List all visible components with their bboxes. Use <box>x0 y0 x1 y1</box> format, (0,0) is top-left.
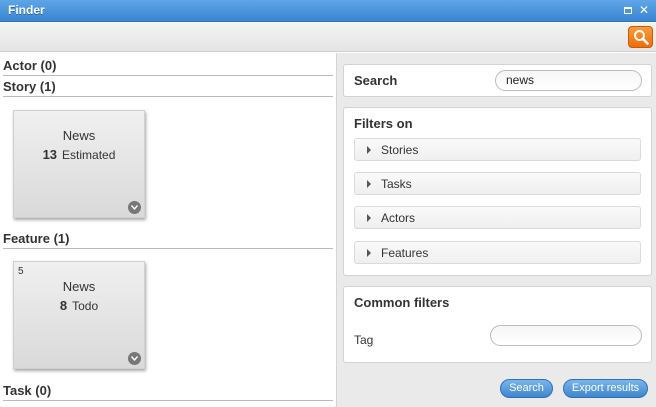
chevron-down-icon <box>131 356 138 361</box>
close-icon: ✕ <box>638 3 650 17</box>
export-results-button[interactable]: Export results <box>563 379 648 398</box>
story-card-status: Estimated <box>62 148 116 162</box>
filter-tasks-label: Tasks <box>381 177 412 191</box>
tag-label: Tag <box>354 333 374 347</box>
search-input[interactable]: news <box>495 70 642 91</box>
maximize-icon <box>624 6 632 14</box>
filters-on-title: Filters on <box>354 116 413 131</box>
search-label: Search <box>354 73 398 88</box>
common-filters-title: Common filters <box>354 295 450 310</box>
window-title: Finder <box>8 3 45 17</box>
close-button[interactable]: ✕ <box>638 3 650 17</box>
search-panel: Search news <box>343 64 652 97</box>
toolbar <box>0 23 656 52</box>
filter-stories[interactable]: Stories <box>354 138 641 161</box>
filter-pane: Search news Filters on Stories Tasks Act… <box>336 53 656 407</box>
feature-card-id: 5 <box>18 266 24 277</box>
filter-tasks[interactable]: Tasks <box>354 172 641 195</box>
caret-right-icon <box>367 249 371 257</box>
story-card-name: News <box>62 128 96 143</box>
filter-features[interactable]: Features <box>354 241 641 264</box>
caret-right-icon <box>367 146 371 154</box>
feature-card[interactable]: 5 News 8 Todo <box>13 261 145 369</box>
filter-actors-label: Actors <box>381 211 416 225</box>
story-section-header[interactable]: Story (1) <box>3 79 333 97</box>
window-titlebar: Finder ✕ <box>0 0 656 22</box>
actor-section-header[interactable]: Actor (0) <box>3 58 333 76</box>
story-card-menu-button[interactable] <box>128 201 141 214</box>
feature-card-number: 8 <box>59 298 68 313</box>
search-button[interactable]: Search <box>500 379 553 398</box>
filters-on-panel: Filters on Stories Tasks Actors Features <box>343 107 652 276</box>
task-section-header[interactable]: Task (0) <box>3 383 333 401</box>
story-card[interactable]: News 13 Estimated <box>13 110 145 218</box>
feature-card-name: News <box>62 279 96 294</box>
feature-section-header[interactable]: Feature (1) <box>3 231 333 249</box>
toolbar-search-button[interactable] <box>628 26 653 48</box>
common-filters-panel: Common filters Tag <box>343 286 652 363</box>
filter-features-label: Features <box>381 246 429 260</box>
results-pane: Actor (0) Story (1) News 13 Estimated Fea… <box>0 53 336 407</box>
filter-stories-label: Stories <box>381 143 419 157</box>
filter-actors[interactable]: Actors <box>354 206 641 229</box>
maximize-button[interactable] <box>622 3 634 17</box>
chevron-down-icon <box>131 205 138 210</box>
tag-input[interactable] <box>490 325 642 346</box>
search-icon <box>633 30 649 45</box>
story-card-number: 13 <box>42 147 58 162</box>
feature-card-menu-button[interactable] <box>128 352 141 365</box>
feature-card-status: Todo <box>72 299 99 313</box>
caret-right-icon <box>367 214 371 222</box>
caret-right-icon <box>367 180 371 188</box>
